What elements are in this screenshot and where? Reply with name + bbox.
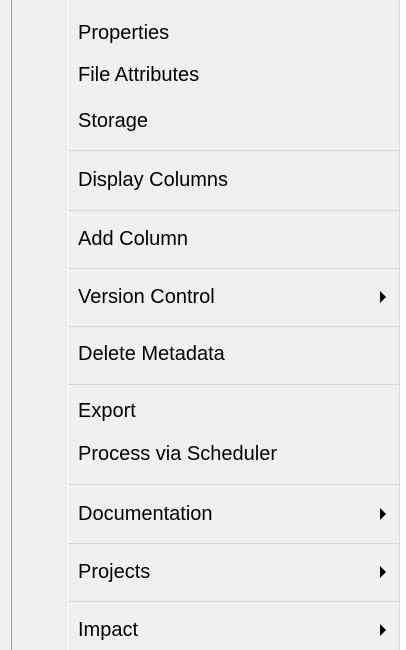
menu-item-properties[interactable]: Properties bbox=[78, 19, 399, 47]
menu-item-label: Projects bbox=[78, 561, 151, 583]
menu-item-display-columns[interactable]: Display Columns bbox=[78, 166, 399, 194]
menu-separator bbox=[68, 601, 400, 602]
menu-item-storage[interactable]: Storage bbox=[78, 107, 399, 135]
menu-separator bbox=[68, 484, 400, 485]
menu-item-delete-metadata[interactable]: Delete Metadata bbox=[78, 340, 399, 368]
menu-item-label: Storage bbox=[78, 110, 149, 132]
menu-item-documentation[interactable]: Documentation bbox=[78, 500, 399, 528]
menu-item-label: Process via Scheduler bbox=[78, 443, 277, 465]
menu-item-label: Export bbox=[78, 400, 136, 422]
menu-item-label: Display Columns bbox=[78, 169, 229, 191]
menu-item-version-control[interactable]: Version Control bbox=[78, 283, 399, 311]
icon-gutter-divider bbox=[66, 0, 68, 650]
context-menu: Properties File Attributes Storage Displ… bbox=[0, 0, 400, 650]
menu-separator bbox=[68, 150, 400, 151]
menu-separator bbox=[68, 268, 400, 269]
submenu-arrow-icon bbox=[380, 624, 386, 636]
menu-item-label: Properties bbox=[78, 22, 170, 44]
menu-item-impact[interactable]: Impact bbox=[78, 616, 399, 644]
menu-item-label: Version Control bbox=[78, 286, 215, 308]
menu-separator bbox=[68, 326, 400, 327]
menu-separator bbox=[68, 543, 400, 544]
menu-item-label: File Attributes bbox=[78, 64, 200, 86]
submenu-arrow-icon bbox=[380, 508, 386, 520]
submenu-arrow-icon bbox=[380, 291, 386, 303]
menu-separator bbox=[68, 384, 400, 385]
menu-item-file-attributes[interactable]: File Attributes bbox=[78, 61, 399, 89]
menu-item-export[interactable]: Export bbox=[78, 397, 399, 425]
menu-left-border bbox=[11, 0, 12, 650]
menu-separator bbox=[68, 210, 400, 211]
menu-item-process-via-scheduler[interactable]: Process via Scheduler bbox=[78, 440, 399, 468]
submenu-arrow-icon bbox=[380, 566, 386, 578]
menu-item-label: Documentation bbox=[78, 503, 213, 525]
menu-item-label: Impact bbox=[78, 619, 139, 641]
menu-item-label: Add Column bbox=[78, 228, 189, 250]
menu-item-add-column[interactable]: Add Column bbox=[78, 225, 399, 253]
menu-item-label: Delete Metadata bbox=[78, 343, 225, 365]
menu-item-projects[interactable]: Projects bbox=[78, 558, 399, 586]
